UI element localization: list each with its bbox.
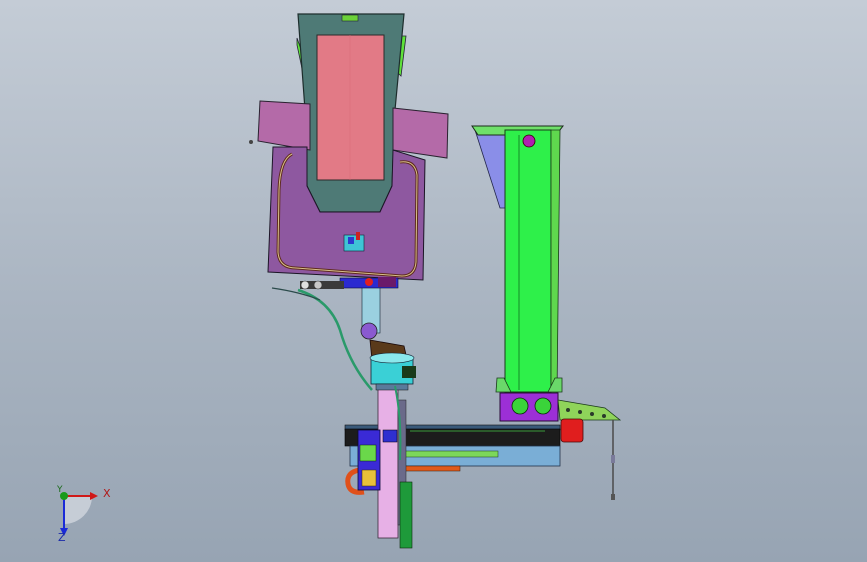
turret-motor <box>402 366 416 378</box>
hopper-assembly[interactable] <box>296 13 407 213</box>
x-axis-label: X <box>103 487 111 500</box>
vertical-slide <box>377 387 399 539</box>
arm-hole-2 <box>578 410 582 414</box>
center-bracket-block <box>348 237 354 244</box>
head-pivot <box>360 322 378 340</box>
column-body <box>504 129 552 393</box>
head-purple-block <box>378 277 396 287</box>
column-right-flange <box>550 129 561 396</box>
frame-wing-left <box>257 100 311 151</box>
cad-model-scene[interactable] <box>0 0 867 562</box>
red-motor <box>560 418 584 443</box>
turret-flange <box>375 383 409 391</box>
arm-hole-4 <box>602 414 606 418</box>
gland-nut-1 <box>300 280 310 290</box>
vertical-green-bar <box>399 481 413 549</box>
cad-viewport[interactable]: X Y Z <box>0 0 867 562</box>
frame-pin <box>249 140 253 144</box>
hanging-weight <box>611 455 615 463</box>
hanging-end <box>611 494 615 500</box>
arm-hole-3 <box>590 412 594 416</box>
x-axis-arrow <box>90 492 98 500</box>
carriage-base <box>361 469 377 487</box>
hose-secondary <box>271 287 321 301</box>
base-hole-left <box>511 397 529 415</box>
carriage-green <box>359 444 377 462</box>
column-top-hole <box>522 134 536 148</box>
hose-main <box>297 288 373 391</box>
center-bracket-pin <box>356 232 360 240</box>
column-gusset <box>474 129 506 209</box>
frame-wing-right <box>392 107 449 159</box>
triad-quadrant <box>64 496 92 524</box>
clamp-block <box>382 429 398 443</box>
head-red-knob <box>365 278 373 286</box>
arm-hole-1 <box>566 408 570 412</box>
z-axis-label: Z <box>58 531 66 544</box>
gland-nut-2 <box>313 280 323 290</box>
turret-cap <box>369 352 415 364</box>
y-axis-label: Y <box>57 485 63 495</box>
hopper-window <box>316 34 385 181</box>
vertical-slide-assembly[interactable] <box>357 387 413 549</box>
hopper-top-tab <box>341 14 359 22</box>
base-hole-right <box>534 397 552 415</box>
